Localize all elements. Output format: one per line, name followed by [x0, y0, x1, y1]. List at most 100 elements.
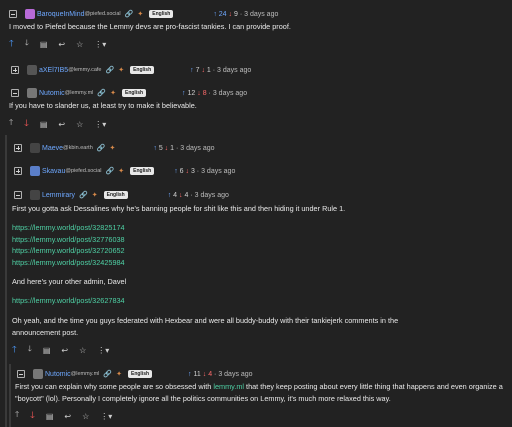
star-icon[interactable]: ☆ — [76, 40, 83, 49]
post-link[interactable]: https://lemmy.world/post/32720652 — [12, 245, 125, 257]
comment-header: Nutomic @lemmy.ml 🔗 ✦ English ↑ 11 ↓ 4 ·… — [17, 368, 253, 380]
star-icon[interactable]: ☆ — [79, 346, 86, 355]
username[interactable]: Nutomic — [39, 90, 65, 97]
username[interactable]: BaroqueInMind — [37, 11, 84, 18]
comment-body: I moved to Piefed because the Lemmy devs… — [9, 22, 291, 31]
comment-body: First you can explain why some people ar… — [15, 382, 503, 403]
comment-header: Skavau @piefed.social 🔗 ✦ English ↑ 6 ↓ … — [14, 165, 235, 177]
avatar[interactable] — [30, 190, 40, 200]
more-icon[interactable]: ⋮▾ — [94, 40, 106, 49]
comment-paragraph: Oh yeah, and the time you guys federated… — [12, 316, 399, 337]
downvote-icon[interactable]: 🡓 — [24, 116, 29, 132]
comment-header: aXEl7IB5 @lemmy.cafe 🔗 ✦ English ↑ 7 ↓ 1… — [11, 64, 251, 76]
instance: @piefed.social — [84, 11, 121, 17]
comment-header: BaroqueInMind @piefed.social 🔗 ✦ English… — [9, 8, 278, 20]
post-link[interactable]: https://lemmy.world/post/32776038 — [12, 234, 125, 246]
instance: @kbin.earth — [63, 145, 93, 151]
comment-actions: 🡑 🡓 ▤ ↩ ☆ ⋮▾ — [12, 344, 120, 356]
fediverse-icon[interactable]: ✦ — [118, 167, 124, 175]
upvote-icon[interactable]: 🡑 — [15, 409, 19, 423]
fediverse-icon[interactable]: ✦ — [116, 370, 122, 378]
reply-icon[interactable]: ↩ — [58, 40, 65, 49]
instance: @lemmy.ml — [70, 371, 100, 377]
fediverse-icon[interactable]: ✦ — [118, 66, 124, 74]
comment-header: Lemmirary 🔗 ✦ English ↑ 4 ↓ 4 · 3 days a… — [14, 189, 229, 201]
reply-icon[interactable]: ↩ — [61, 346, 68, 355]
downvote-icon[interactable]: 🡓 — [28, 343, 32, 357]
username[interactable]: Nutomic — [45, 371, 71, 378]
avatar[interactable] — [25, 9, 35, 19]
instance-link[interactable]: lemmy.ml — [213, 382, 244, 391]
bookmark-icon[interactable]: ▤ — [40, 40, 48, 49]
upvote-icon[interactable]: 🡑 — [12, 342, 17, 358]
link-icon[interactable]: 🔗 — [105, 66, 114, 74]
link-icon[interactable]: 🔗 — [106, 167, 115, 175]
downvote-icon[interactable]: 🡓 — [30, 408, 35, 424]
language-badge: English — [130, 66, 155, 74]
comment-paragraph: And here's your other admin, Davel — [12, 277, 127, 286]
link-icon[interactable]: 🔗 — [97, 144, 106, 152]
vote-counts: ↑ 24 ↓ 9 · 3 days ago — [213, 10, 279, 18]
comment-actions: 🡑 🡓 ▤ ↩ ☆ ⋮▾ — [9, 38, 117, 50]
avatar[interactable] — [27, 65, 37, 75]
comment-actions: 🡑 🡓 ▤ ↩ ☆ ⋮▾ — [9, 118, 117, 130]
upvote-icon[interactable]: 🡑 — [9, 117, 13, 131]
downvote-icon[interactable]: 🡓 — [25, 37, 29, 51]
comment-actions: 🡑 🡓 ▤ ↩ ☆ ⋮▾ — [15, 410, 123, 422]
fediverse-icon[interactable]: ✦ — [109, 144, 115, 152]
expand-toggle[interactable] — [14, 144, 22, 152]
star-icon[interactable]: ☆ — [76, 120, 83, 129]
language-badge: English — [149, 10, 174, 18]
fediverse-icon[interactable]: ✦ — [137, 10, 143, 18]
avatar[interactable] — [33, 369, 43, 379]
comment-header: Nutomic @lemmy.ml 🔗 ✦ English ↑ 12 ↓ 8 ·… — [11, 87, 247, 99]
star-icon[interactable]: ☆ — [82, 412, 89, 421]
vote-counts: ↑ 11 ↓ 4 · 3 days ago — [188, 370, 253, 378]
fediverse-icon[interactable]: ✦ — [92, 191, 98, 199]
language-badge: English — [127, 370, 153, 378]
link-icon[interactable]: 🔗 — [125, 10, 134, 18]
link-icon[interactable]: 🔗 — [79, 191, 88, 199]
comment-header: Maeve @kbin.earth 🔗 ✦ ↑ 5 ↓ 1 · 3 days a… — [14, 142, 215, 154]
thread-line — [5, 135, 7, 427]
avatar[interactable] — [30, 166, 40, 176]
vote-counts: ↑ 5 ↓ 1 · 3 days ago — [153, 144, 215, 152]
more-icon[interactable]: ⋮▾ — [100, 412, 112, 421]
language-badge: English — [130, 167, 155, 175]
username[interactable]: Maeve — [42, 145, 63, 152]
comment-body: First you gotta ask Dessalines why he's … — [12, 204, 346, 213]
avatar[interactable] — [27, 88, 37, 98]
post-link[interactable]: https://lemmy.world/post/32627834 — [12, 295, 125, 307]
collapse-toggle[interactable] — [14, 191, 22, 199]
vote-counts: ↑ 6 ↓ 3 · 3 days ago — [174, 167, 236, 175]
post-link[interactable]: https://lemmy.world/post/32425984 — [12, 257, 125, 269]
collapse-toggle[interactable] — [9, 10, 17, 18]
bookmark-icon[interactable]: ▤ — [43, 346, 51, 355]
thread-line — [9, 364, 11, 427]
expand-toggle[interactable] — [11, 66, 19, 74]
instance: @lemmy.ml — [64, 90, 94, 96]
upvote-icon[interactable]: 🡑 — [9, 36, 14, 52]
post-link[interactable]: https://lemmy.world/post/32825174 — [12, 222, 125, 234]
link-icon[interactable]: 🔗 — [97, 89, 106, 97]
avatar[interactable] — [30, 143, 40, 153]
username[interactable]: aXEl7IB5 — [39, 67, 68, 74]
instance: @piefed.social — [65, 168, 102, 174]
expand-toggle[interactable] — [14, 167, 22, 175]
language-badge: English — [121, 89, 147, 97]
bookmark-icon[interactable]: ▤ — [40, 120, 48, 129]
vote-counts: ↑ 12 ↓ 8 · 3 days ago — [182, 89, 248, 97]
fediverse-icon[interactable]: ✦ — [110, 89, 116, 97]
reply-icon[interactable]: ↩ — [64, 412, 71, 421]
bookmark-icon[interactable]: ▤ — [46, 412, 54, 421]
more-icon[interactable]: ⋮▾ — [94, 120, 106, 129]
collapse-toggle[interactable] — [17, 370, 25, 378]
username[interactable]: Skavau — [42, 168, 65, 175]
username[interactable]: Lemmirary — [42, 192, 75, 199]
link-icon[interactable]: 🔗 — [103, 370, 112, 378]
collapse-toggle[interactable] — [11, 89, 19, 97]
link-list: https://lemmy.world/post/32825174 https:… — [12, 222, 125, 268]
reply-icon[interactable]: ↩ — [58, 120, 65, 129]
vote-counts: ↑ 4 ↓ 4 · 3 days ago — [167, 191, 229, 199]
more-icon[interactable]: ⋮▾ — [97, 346, 109, 355]
